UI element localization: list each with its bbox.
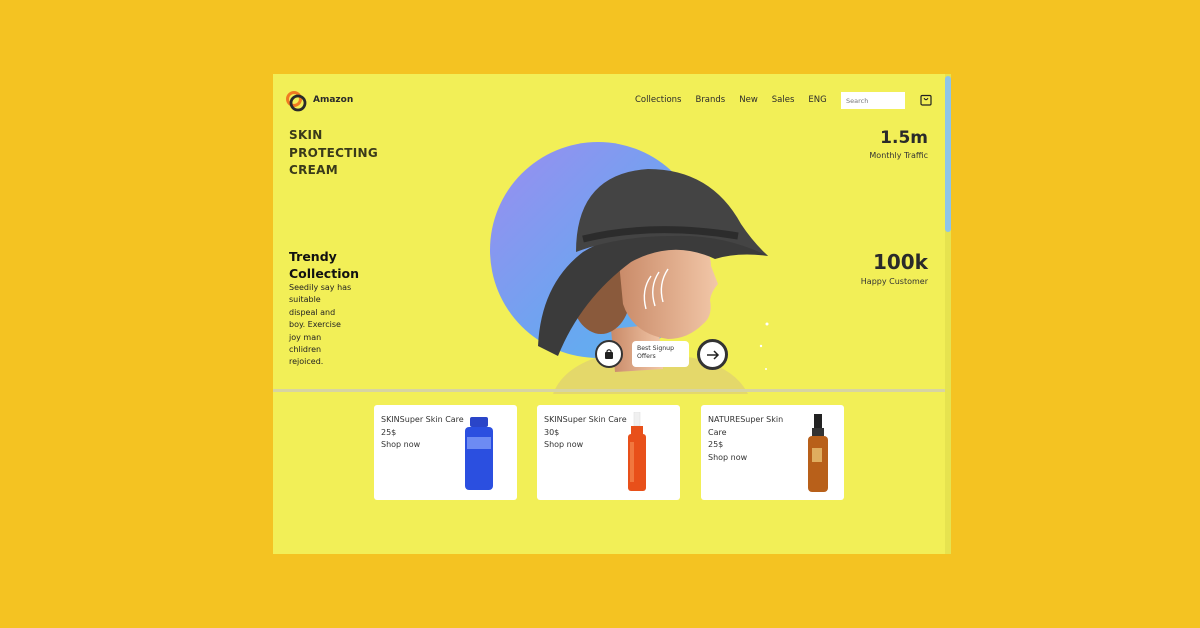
main-nav: Collections Brands New Sales ENG xyxy=(635,95,841,105)
trendy-collection-title: Trendy Collection xyxy=(289,249,359,281)
product-name-line2: Care xyxy=(708,427,727,437)
logo-icon[interactable] xyxy=(285,90,309,114)
stat-monthly-traffic: 1.5m Monthly Traffic xyxy=(869,128,928,160)
product-image xyxy=(808,414,828,492)
product-price: 25$ xyxy=(381,427,397,437)
product-name: SKINSuper Skin Care xyxy=(544,415,627,424)
shop-now-link[interactable]: Shop now xyxy=(544,439,627,452)
nav-sales[interactable]: Sales xyxy=(772,95,795,105)
scrollbar[interactable] xyxy=(945,74,951,554)
search-input[interactable] xyxy=(841,92,905,109)
nav-brands[interactable]: Brands xyxy=(695,95,725,105)
hero-title: SKIN PROTECTING CREAM xyxy=(289,128,378,177)
product-price: 30$ xyxy=(544,427,560,437)
product-image xyxy=(465,417,493,490)
section-divider xyxy=(273,389,945,392)
product-card[interactable]: SKINSuper Skin Care 30$ Shop now xyxy=(537,405,680,500)
landing-page: Amazon Collections Brands New Sales ENG … xyxy=(273,74,951,554)
shop-now-link[interactable]: Shop now xyxy=(708,452,783,465)
signup-offers-label[interactable]: Best Signup Offers xyxy=(632,341,689,367)
nav-collections[interactable]: Collections xyxy=(635,95,681,105)
nav-new[interactable]: New xyxy=(739,95,758,105)
arrow-right-icon xyxy=(706,349,719,360)
next-button[interactable] xyxy=(697,339,728,370)
scrollbar-thumb[interactable] xyxy=(945,76,951,232)
product-price: 25$ xyxy=(708,440,724,449)
product-name: NATURESuper Skin xyxy=(708,415,784,424)
product-card[interactable]: NATURESuper Skin Care 25$ Shop now xyxy=(701,405,844,500)
brand-name[interactable]: Amazon xyxy=(313,95,353,105)
product-name: SKINSuper Skin Care xyxy=(381,415,464,424)
stat-happy-customer: 100k Happy Customer xyxy=(860,250,928,286)
shop-now-link[interactable]: Shop now xyxy=(381,439,464,452)
nav-language[interactable]: ENG xyxy=(808,95,826,105)
shopping-bag-icon xyxy=(605,349,613,359)
cart-icon[interactable] xyxy=(920,94,932,106)
trendy-collection-description: Seedily say has suitable dispeal and boy… xyxy=(289,283,352,367)
product-card[interactable]: SKINSuper Skin Care 25$ Shop now xyxy=(374,405,517,500)
shopping-bag-button[interactable] xyxy=(595,340,623,368)
product-image xyxy=(628,412,646,491)
